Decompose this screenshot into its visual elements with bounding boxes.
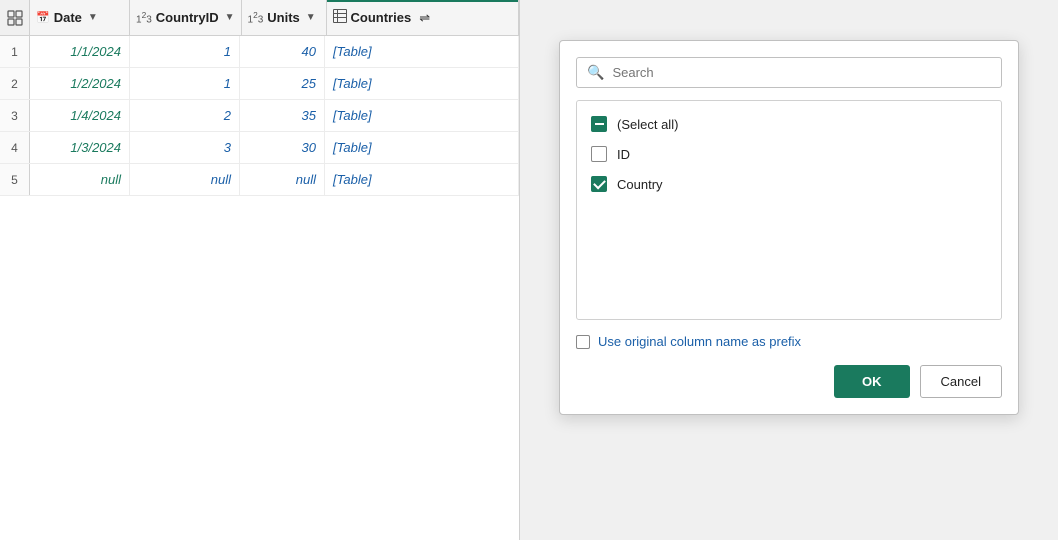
table-panel: 📅 Date ▼ 123 CountryID ▼ 123 Units ▼ [0,0,520,540]
cell-countryid-4: 3 [130,132,240,163]
col-countryid-label: CountryID [156,10,219,25]
cell-countries-1: [Table] [325,36,519,67]
cell-countries-5: [Table] [325,164,519,195]
row-num-2: 2 [0,68,30,99]
cell-countryid-2: 1 [130,68,240,99]
units-dropdown-arrow[interactable]: ▼ [306,12,316,23]
active-col-indicator [327,0,518,2]
col-countries-label: Countries [351,10,412,25]
row-num-4: 4 [0,132,30,163]
row-num-header [0,0,30,35]
units-col-icon: 123 [248,10,264,25]
cancel-button[interactable]: Cancel [920,365,1002,398]
table-row: 4 1/3/2024 3 30 [Table] [0,132,519,164]
prefix-label: Use original column name as prefix [598,334,801,349]
cell-countries-4: [Table] [325,132,519,163]
cell-date-1: 1/1/2024 [30,36,130,67]
dialog-backdrop: 🔍 (Select all) ID Country Use original c… [520,0,1058,540]
checkbox-country-label: Country [617,177,663,192]
row-num-5: 5 [0,164,30,195]
cell-units-1: 40 [240,36,325,67]
table-row: 2 1/2/2024 1 25 [Table] [0,68,519,100]
col-header-units[interactable]: 123 Units ▼ [242,0,327,35]
column-checkbox-list: (Select all) ID Country [576,100,1002,320]
search-icon: 🔍 [587,64,604,81]
cell-date-2: 1/2/2024 [30,68,130,99]
checkbox-id[interactable] [591,146,607,162]
checkbox-country[interactable] [591,176,607,192]
cell-date-5: null [30,164,130,195]
cell-countryid-5: null [130,164,240,195]
col-date-label: Date [54,10,82,25]
cell-date-4: 1/3/2024 [30,132,130,163]
cell-countries-3: [Table] [325,100,519,131]
checkbox-item-id[interactable]: ID [577,139,1001,169]
cell-units-5: null [240,164,325,195]
table-row: 1 1/1/2024 1 40 [Table] [0,36,519,68]
prefix-row[interactable]: Use original column name as prefix [576,334,1002,349]
ok-button[interactable]: OK [834,365,910,398]
checkbox-select-all[interactable] [591,116,607,132]
cell-countryid-1: 1 [130,36,240,67]
cell-countryid-3: 2 [130,100,240,131]
col-units-label: Units [267,10,300,25]
dialog-footer: OK Cancel [576,365,1002,398]
col-header-date[interactable]: 📅 Date ▼ [30,0,130,35]
search-box[interactable]: 🔍 [576,57,1002,88]
checkbox-id-label: ID [617,147,630,162]
checkbox-select-all-label: (Select all) [617,117,678,132]
date-col-icon: 📅 [36,11,50,24]
countryid-dropdown-arrow[interactable]: ▼ [225,12,235,23]
cell-date-3: 1/4/2024 [30,100,130,131]
countryid-col-icon: 123 [136,10,152,25]
row-num-1: 1 [0,36,30,67]
cell-units-4: 30 [240,132,325,163]
cell-units-2: 25 [240,68,325,99]
cell-units-3: 35 [240,100,325,131]
col-header-countryid[interactable]: 123 CountryID ▼ [130,0,242,35]
prefix-checkbox[interactable] [576,335,590,349]
table-row: 3 1/4/2024 2 35 [Table] [0,100,519,132]
table-row: 5 null null null [Table] [0,164,519,196]
col-header-countries[interactable]: Countries ⇌ [327,0,519,35]
checkbox-item-select-all[interactable]: (Select all) [577,109,1001,139]
checkbox-item-country[interactable]: Country [577,169,1001,199]
expand-columns-dialog: 🔍 (Select all) ID Country Use original c… [559,40,1019,415]
row-num-3: 3 [0,100,30,131]
countries-col-icon [333,9,347,26]
table-header: 📅 Date ▼ 123 CountryID ▼ 123 Units ▼ [0,0,519,36]
cell-countries-2: [Table] [325,68,519,99]
countries-expand-icon[interactable]: ⇌ [419,10,430,26]
date-dropdown-arrow[interactable]: ▼ [88,12,98,23]
table-body: 1 1/1/2024 1 40 [Table] 2 1/2/2024 1 25 … [0,36,519,196]
search-input[interactable] [612,65,991,80]
